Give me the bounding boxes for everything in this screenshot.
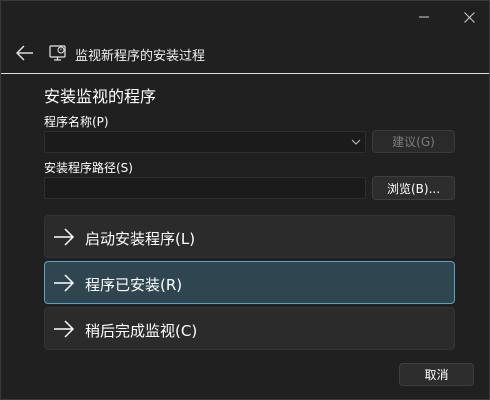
chevron-down-icon xyxy=(351,139,361,145)
command-label: 程序已安装(R) xyxy=(85,276,183,294)
command-program-installed[interactable]: 程序已安装(R) xyxy=(44,261,455,304)
suggest-button[interactable]: 建议(G) xyxy=(372,130,455,153)
monitor-icon xyxy=(49,45,66,61)
minimize-button[interactable] xyxy=(406,3,442,31)
command-finish-later[interactable]: 稍后完成监视(C) xyxy=(44,307,455,350)
install-path-input[interactable] xyxy=(44,177,366,199)
arrow-right-icon xyxy=(54,228,75,246)
back-arrow-icon xyxy=(16,45,33,61)
close-button[interactable] xyxy=(451,3,487,31)
back-button[interactable] xyxy=(13,41,37,65)
dialog-header: 监视新程序的安装过程 xyxy=(1,37,489,71)
cancel-button[interactable]: 取消 xyxy=(399,363,474,386)
program-name-label: 程序名称(P) xyxy=(44,115,109,129)
install-path-label: 安装程序路径(S) xyxy=(44,161,133,175)
command-launch-installer[interactable]: 启动安装程序(L) xyxy=(44,215,455,258)
arrow-right-icon xyxy=(54,274,75,292)
section-title: 安装监视的程序 xyxy=(44,87,157,106)
browse-button[interactable]: 浏览(B)... xyxy=(372,176,455,200)
header-divider xyxy=(1,73,489,74)
close-icon xyxy=(463,11,475,23)
command-label: 稍后完成监视(C) xyxy=(85,322,198,340)
dialog-title: 监视新程序的安装过程 xyxy=(75,49,206,64)
dialog-window: 监视新程序的安装过程 安装监视的程序 程序名称(P) 建议(G) 安装程序路径(… xyxy=(0,0,490,400)
minimize-icon xyxy=(419,16,429,18)
arrow-right-icon xyxy=(54,320,75,338)
command-label: 启动安装程序(L) xyxy=(85,230,196,248)
program-name-combobox[interactable] xyxy=(44,131,366,153)
